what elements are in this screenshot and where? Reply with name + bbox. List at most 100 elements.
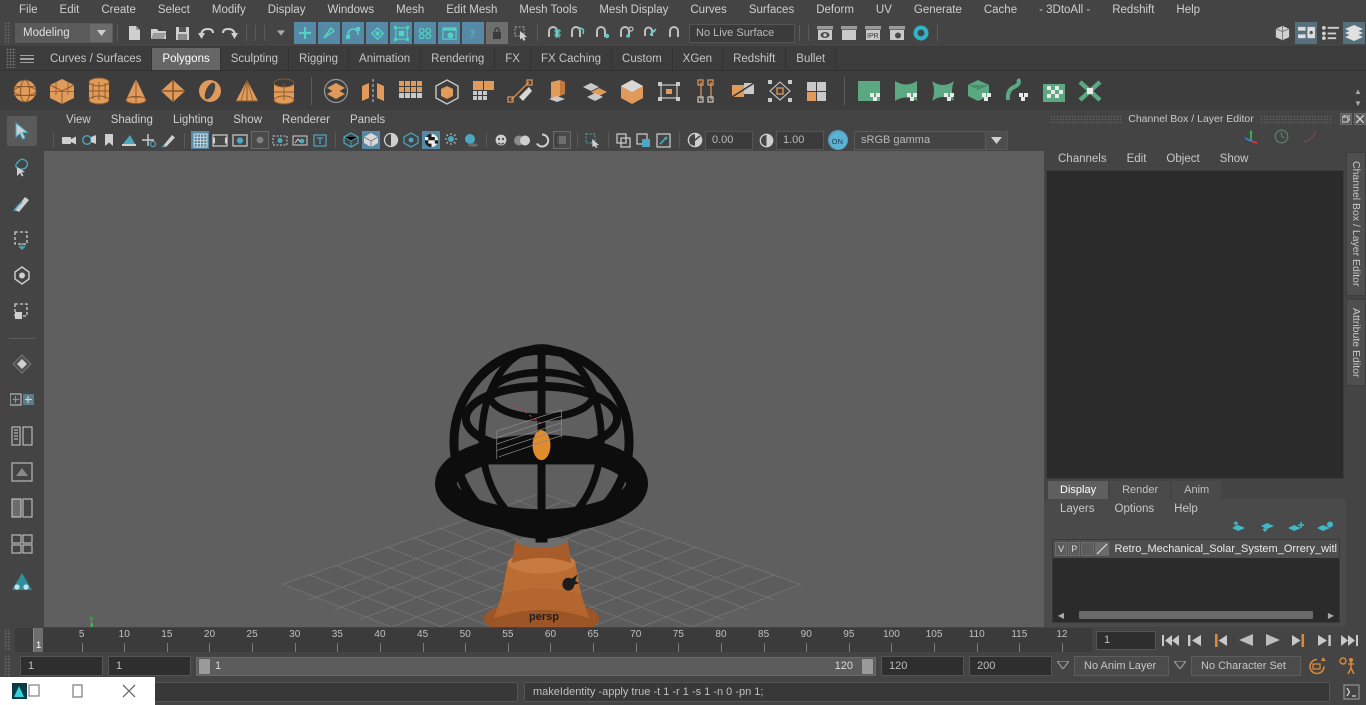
menu-item-mesh-tools[interactable]: Mesh Tools [508, 0, 588, 20]
color-management-toggle-icon[interactable]: ON [828, 130, 848, 150]
perspective-viewport[interactable]: y z x persp [44, 151, 1044, 627]
shelf-tab-animation[interactable]: Animation [349, 48, 422, 70]
make-live-icon[interactable] [663, 22, 685, 44]
color-space-dropdown-icon[interactable] [986, 130, 1008, 150]
poly-prism-icon[interactable] [267, 74, 301, 108]
film-gate-icon[interactable] [211, 131, 229, 149]
animation-start-field[interactable]: 1 [20, 656, 103, 676]
layer-visibility-toggle[interactable]: V [1055, 542, 1068, 556]
two-pane-layout-icon[interactable] [7, 493, 37, 523]
channel-box-menu-show[interactable]: Show [1210, 153, 1259, 165]
script-editor-icon[interactable] [1340, 682, 1362, 702]
depth-of-field-icon[interactable] [553, 131, 571, 149]
snap-to-curve-icon[interactable] [567, 22, 589, 44]
panel-gripper[interactable] [1050, 114, 1123, 124]
step-back-keyframe-icon[interactable] [1185, 630, 1205, 650]
handles-mask-icon[interactable] [366, 22, 388, 44]
layer-state-toggle[interactable] [1081, 542, 1094, 556]
xray-active-icon[interactable] [655, 131, 673, 149]
range-start-handle[interactable] [199, 658, 210, 674]
menu-item-select[interactable]: Select [147, 0, 201, 20]
shelf-tab-curves-surfaces[interactable]: Curves / Surfaces [40, 48, 153, 70]
color-space-field[interactable]: sRGB gamma [854, 130, 986, 150]
ipr-render-icon[interactable]: IPR [862, 22, 884, 44]
poly-mirror-icon[interactable] [393, 74, 427, 108]
new-scene-icon[interactable] [123, 22, 145, 44]
panel-gripper-right[interactable] [1259, 114, 1332, 124]
time-slider-playhead[interactable]: 1 [33, 628, 43, 652]
exposure-gamma-icon[interactable] [686, 131, 704, 149]
persp-layout-icon[interactable] [7, 457, 37, 487]
menu-item-surfaces[interactable]: Surfaces [738, 0, 805, 20]
play-forwards-icon[interactable] [1262, 630, 1284, 650]
snap-to-grid-icon[interactable] [543, 22, 565, 44]
multisample-icon[interactable] [533, 131, 551, 149]
layer-list[interactable]: V P Retro_Mechanical_Solar_System_Orrery… [1052, 539, 1340, 623]
go-to-end-icon[interactable] [1339, 630, 1359, 650]
render-sequence-icon[interactable] [838, 22, 860, 44]
scale-tool-icon[interactable] [7, 296, 37, 326]
uv-unfold-icon[interactable] [1000, 74, 1034, 108]
snap-to-point-icon[interactable] [591, 22, 613, 44]
menu-item-file[interactable]: File [8, 0, 49, 20]
menu-item-display[interactable]: Display [257, 0, 317, 20]
shadows-icon[interactable] [462, 131, 480, 149]
poly-wedge-icon[interactable] [615, 74, 649, 108]
motion-blur-icon[interactable] [513, 131, 531, 149]
move-layer-up-icon[interactable] [1229, 520, 1247, 536]
step-forward-frame-icon[interactable] [1289, 630, 1309, 650]
menu-item-deform[interactable]: Deform [805, 0, 865, 20]
scroll-thumb[interactable] [1079, 611, 1313, 619]
gamma-icon[interactable] [757, 131, 775, 149]
lasso-select-tool-icon[interactable] [7, 152, 37, 182]
viewport-menu-view[interactable]: View [56, 114, 101, 126]
play-backwards-icon[interactable] [1235, 630, 1257, 650]
maya-app-icon[interactable] [0, 677, 52, 705]
poly-cube-icon[interactable] [45, 74, 79, 108]
select-camera-icon[interactable] [60, 131, 78, 149]
select-by-component-icon[interactable] [342, 22, 364, 44]
menu-item-help[interactable]: Help [1165, 0, 1211, 20]
anim-layer-field[interactable]: No Anim Layer [1074, 656, 1169, 676]
poly-plane-icon[interactable] [156, 74, 190, 108]
shelf-tab-custom[interactable]: Custom [612, 48, 673, 70]
layer-tab-display[interactable]: Display [1048, 481, 1109, 499]
status-line-gripper[interactable] [4, 22, 11, 44]
outliner-layout-icon[interactable] [7, 421, 37, 451]
poly-duplicate-face-icon[interactable] [652, 74, 686, 108]
rotate-tool-icon[interactable] [7, 260, 37, 290]
time-slider[interactable]: 1 5 10 15 20 25 30 35 40 45 50 55 60 65 70 75 80 85 90 95 1… [15, 628, 1092, 652]
render-current-frame-icon[interactable] [814, 22, 836, 44]
points-mask-icon[interactable] [390, 22, 412, 44]
close-icon[interactable] [103, 677, 155, 705]
bookmark-icon[interactable] [100, 131, 118, 149]
menu-set-selector[interactable]: Modeling [15, 23, 113, 43]
misc-mask-icon[interactable] [438, 22, 460, 44]
range-slider[interactable]: 1 120 [196, 656, 876, 676]
use-default-light-icon[interactable] [442, 131, 460, 149]
poly-multi-cut-icon[interactable] [578, 74, 612, 108]
layer-menu-layers[interactable]: Layers [1050, 503, 1105, 515]
poly-torus-icon[interactable] [193, 74, 227, 108]
character-set-dropdown-icon[interactable] [1172, 660, 1188, 672]
menu-item-3dtoall[interactable]: - 3DtoAll - [1028, 0, 1101, 20]
2d-pan-zoom-icon[interactable] [140, 131, 158, 149]
show-hide-tool-settings-icon[interactable] [1319, 22, 1341, 44]
uv-planar-icon[interactable] [852, 74, 886, 108]
new-layer-from-selected-icon[interactable] [1316, 521, 1334, 536]
xray-icon[interactable] [615, 131, 633, 149]
poly-separate-icon[interactable] [356, 74, 390, 108]
exposure-icon[interactable] [291, 131, 309, 149]
scroll-up-icon[interactable]: ▲ [1352, 85, 1364, 97]
character-set-field[interactable]: No Character Set [1191, 656, 1301, 676]
layer-menu-options[interactable]: Options [1105, 503, 1165, 515]
screen-space-ao-icon[interactable] [493, 131, 511, 149]
wireframe-icon[interactable] [342, 131, 360, 149]
shelf-tab-fx-caching[interactable]: FX Caching [530, 48, 613, 70]
render-settings-icon[interactable] [886, 22, 908, 44]
channel-box-menu-channels[interactable]: Channels [1048, 153, 1117, 165]
layer-name[interactable]: Retro_Mechanical_Solar_System_Orrery_wit… [1114, 543, 1337, 555]
poly-pyramid-icon[interactable] [230, 74, 264, 108]
menu-item-edit-mesh[interactable]: Edit Mesh [435, 0, 508, 20]
show-hide-attribute-editor-icon[interactable] [1295, 22, 1317, 44]
